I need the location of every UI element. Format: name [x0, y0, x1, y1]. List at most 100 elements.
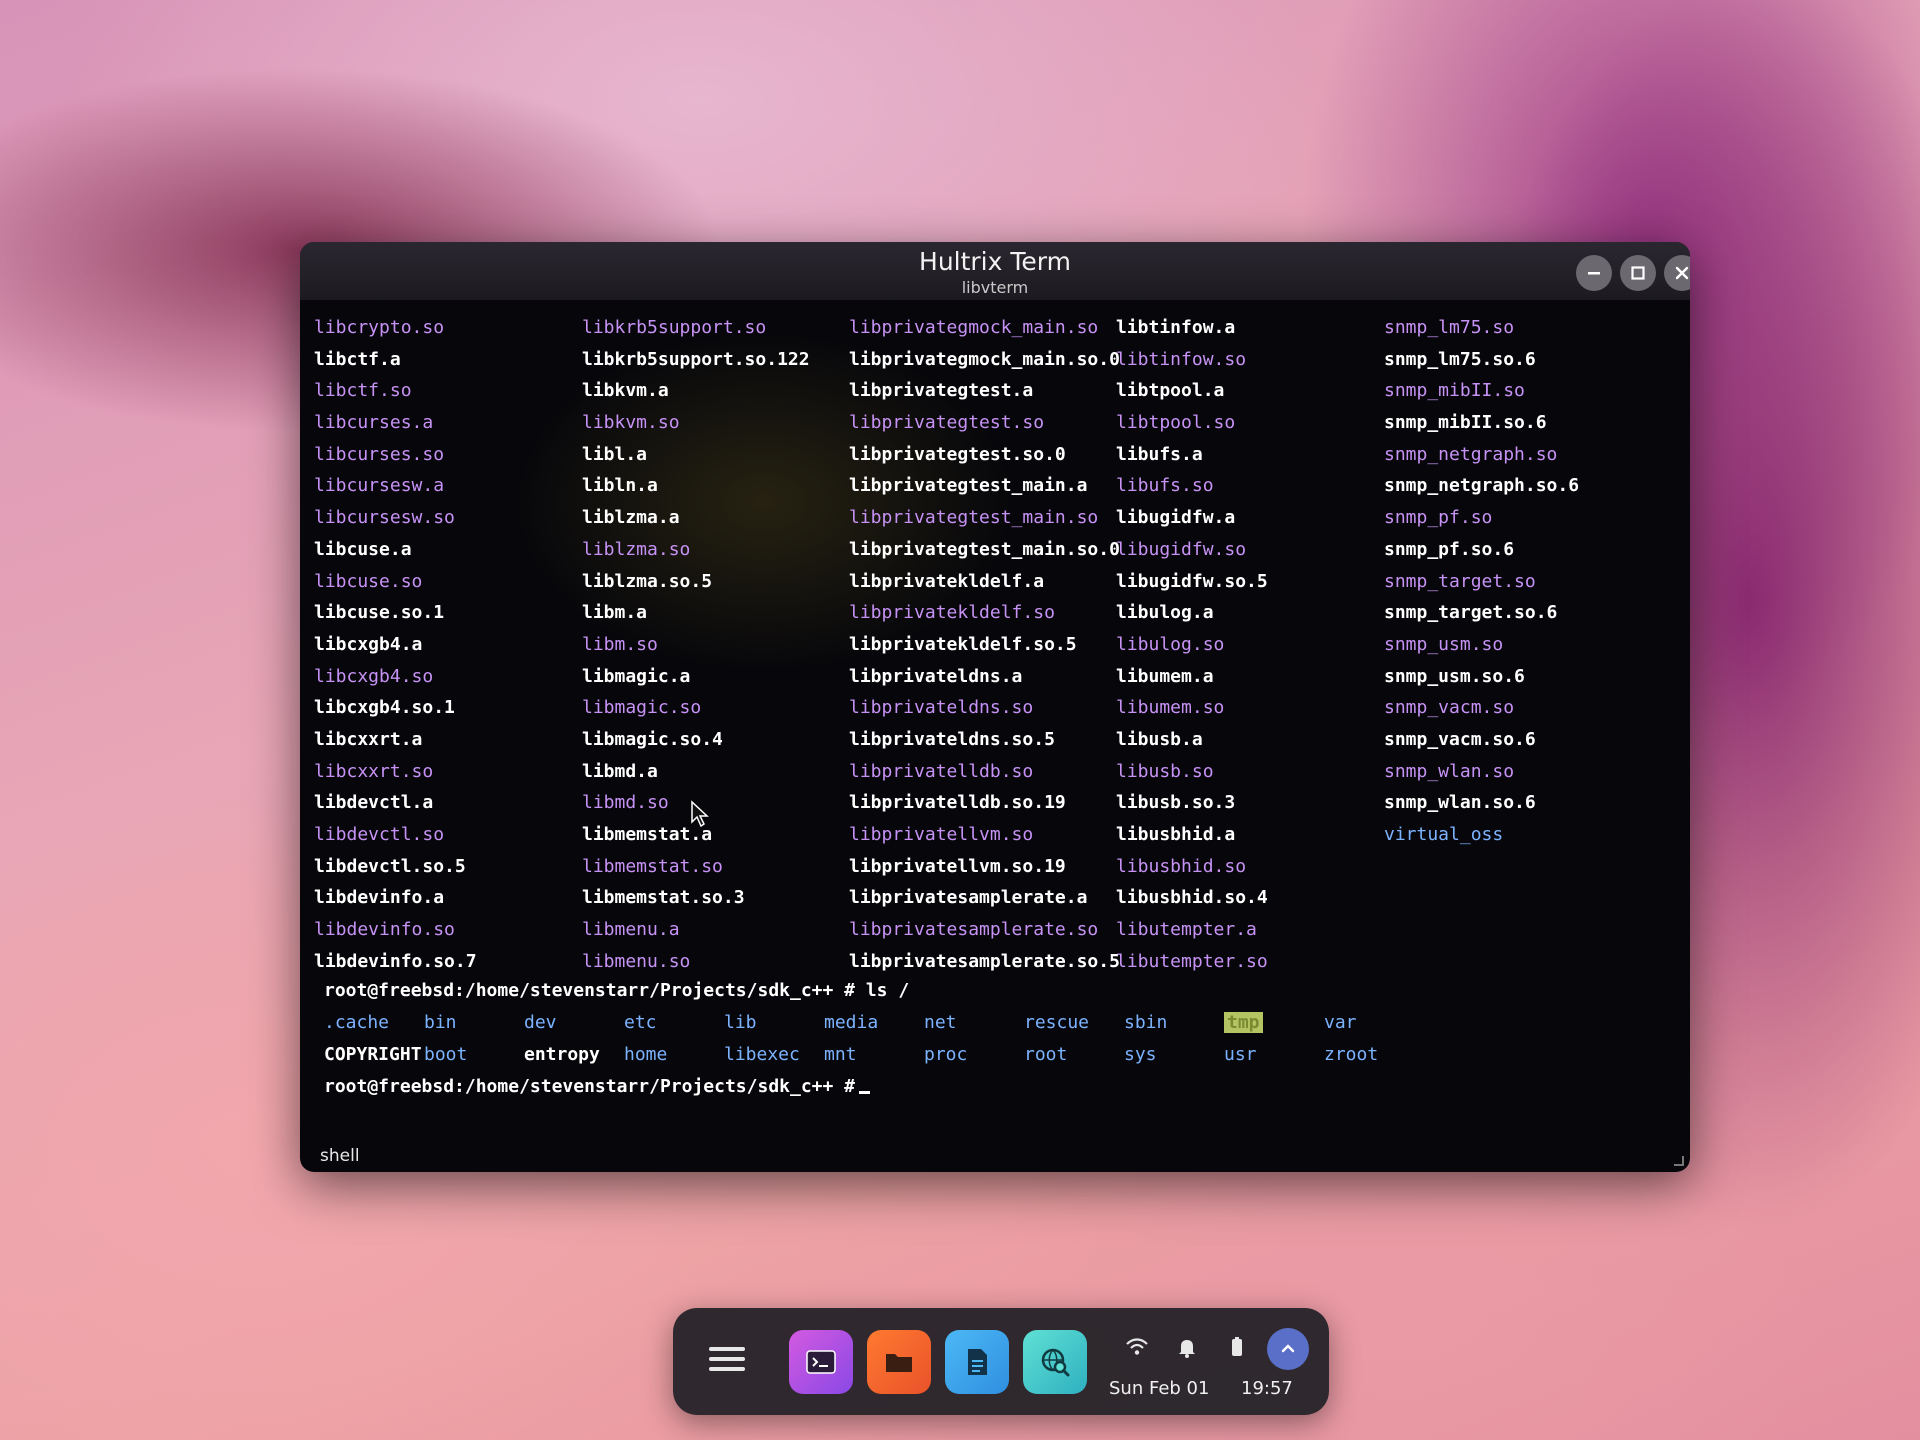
- directory-entry: usr: [1224, 1044, 1257, 1065]
- file-entry: libusbhid.a: [1116, 824, 1236, 845]
- file-entry: snmp_vacm.so: [1384, 697, 1515, 719]
- wifi-status[interactable]: [1124, 1334, 1150, 1360]
- file-entry: libprivategtest_main.so.0: [849, 538, 1120, 560]
- file-entry: libdevinfo.so.7: [314, 950, 477, 972]
- file-entry: libcurses.a: [314, 412, 434, 434]
- directory-entry: etc: [624, 1012, 657, 1033]
- file-entry: libprivategmock_main.so.0: [849, 348, 1120, 370]
- file-entry: libctf.so: [314, 380, 412, 402]
- search-globe-icon: [1041, 1348, 1070, 1377]
- file-entry: libprivatekldelf.so: [849, 602, 1055, 624]
- terminal-app-button[interactable]: [789, 1330, 853, 1394]
- file-entry: libcursesw.so: [314, 507, 455, 529]
- files-app-button[interactable]: [867, 1330, 931, 1394]
- file-entry: libugidfw.so.5: [1116, 570, 1268, 592]
- file-entry: snmp_mibII.so.6: [1384, 412, 1547, 434]
- mouse-pointer-icon: [691, 800, 709, 828]
- listing-column-4: libtinfow.a libtinfow.so libtpool.a libtpoo…: [1116, 312, 1268, 977]
- status-label: shell: [320, 1146, 360, 1166]
- directory-entry: .cache: [324, 1012, 390, 1033]
- folder-icon: [886, 1354, 912, 1372]
- file-entry: libcxgb4.so: [314, 665, 434, 687]
- file-entry: libkrb5support.so: [582, 317, 767, 338]
- file-entry: libprivatellvm.so: [849, 824, 1034, 845]
- file-entry: liblzma.so.5: [582, 570, 713, 592]
- file-entry: libprivategtest.so: [849, 412, 1045, 434]
- file-entry: liblzma.so: [582, 538, 691, 560]
- file-entry: libprivategtest_main.so: [849, 507, 1099, 529]
- file-entry: snmp_target.so.6: [1384, 602, 1558, 624]
- listing-column-2: libkrb5support.so libkrb5support.so.122 li…: [582, 312, 810, 977]
- file-entry: libcurses.so: [314, 443, 445, 465]
- file-entry: libufs.so: [1116, 475, 1214, 497]
- file-entry: snmp_lm75.so: [1384, 317, 1515, 338]
- clock-time[interactable]: 19:57: [1241, 1378, 1293, 1399]
- file-entry: libumem.so: [1116, 697, 1225, 719]
- directory-entry: media: [824, 1012, 879, 1033]
- file-entry: libkvm.a: [582, 380, 669, 402]
- notifications[interactable]: [1174, 1334, 1200, 1360]
- file-entry: libm.a: [582, 602, 648, 624]
- file-entry: snmp_pf.so.6: [1384, 538, 1515, 560]
- directory-entry: sbin: [1124, 1012, 1168, 1033]
- file-entry: libprivatesamplerate.so: [849, 919, 1099, 941]
- listing-column-3: libprivategmock_main.so libprivategmock_m…: [849, 312, 1120, 977]
- directory-entry: bin: [424, 1012, 457, 1033]
- file-entry: libtpool.a: [1116, 380, 1225, 402]
- directory-entry: dev: [524, 1012, 557, 1033]
- bell-icon: [1179, 1340, 1195, 1358]
- file-entry: libprivategmock_main.so: [849, 317, 1099, 338]
- file-entry: libln.a: [582, 475, 658, 497]
- file-entry: libprivatekldelf.a: [849, 570, 1045, 592]
- file-entry: libprivategtest.so.0: [849, 443, 1066, 465]
- file-entry: libulog.a: [1116, 602, 1214, 624]
- file-entry: libprivatesamplerate.so.5: [849, 950, 1120, 972]
- minimize-button[interactable]: [1576, 255, 1612, 291]
- file-entry: libusbhid.so.4: [1116, 887, 1268, 909]
- file-entry: libcursesw.a: [314, 475, 445, 497]
- terminal-window[interactable]: Hultrix Term libvterm libcrypto.so libctf…: [300, 242, 1690, 1172]
- terminal-output[interactable]: libcrypto.so libctf.a libctf.so libcurses.a…: [314, 312, 1676, 1138]
- resize-grip[interactable]: [1674, 1156, 1684, 1166]
- window-subtitle: libvterm: [961, 278, 1029, 297]
- file-entry: libcuse.so.1: [314, 602, 445, 624]
- file-entry: libprivateldns.so.5: [849, 728, 1055, 750]
- tray-expand-button[interactable]: [1267, 1328, 1309, 1370]
- file-entry: libl.a: [582, 443, 648, 465]
- terminal-icon: [806, 1350, 836, 1374]
- directory-entry: root: [1024, 1044, 1068, 1065]
- file-entry: libprivatellvm.so.19: [849, 855, 1066, 877]
- clock-date[interactable]: Sun Feb 01: [1109, 1378, 1209, 1399]
- file-entry: libprivategtest_main.a: [849, 475, 1088, 497]
- maximize-icon: [1631, 266, 1645, 280]
- battery-status[interactable]: [1224, 1334, 1250, 1360]
- file-entry: snmp_netgraph.so: [1384, 443, 1558, 465]
- chevron-up-icon: [1281, 1344, 1295, 1353]
- file-entry: libcuse.a: [314, 538, 412, 560]
- text-cursor: [859, 1091, 871, 1094]
- file-entry: libmenu.so: [582, 950, 691, 972]
- window-title: Hultrix Term: [919, 247, 1071, 276]
- file-entry: libcxgb4.a: [314, 633, 423, 655]
- maximize-button[interactable]: [1620, 255, 1656, 291]
- file-entry: snmp_netgraph.so.6: [1384, 475, 1580, 497]
- file-entry: libmagic.so.4: [582, 728, 723, 750]
- file-entry: libcrypto.so: [314, 317, 445, 338]
- directory-entry: mnt: [824, 1044, 857, 1065]
- close-icon: [1675, 266, 1689, 280]
- text-editor-app-button[interactable]: [945, 1330, 1009, 1394]
- title-bar[interactable]: Hultrix Term libvterm: [300, 242, 1690, 300]
- file-entry: libufs.a: [1116, 443, 1203, 465]
- directory-entry: zroot: [1324, 1044, 1379, 1065]
- search-app-button[interactable]: [1023, 1330, 1087, 1394]
- directory-entry: proc: [924, 1044, 968, 1065]
- directory-entry: tmp: [1224, 1012, 1263, 1033]
- directory-entry: lib: [724, 1012, 757, 1033]
- file-entry: libulog.so: [1116, 633, 1225, 655]
- app-menu-button[interactable]: [709, 1341, 745, 1381]
- file-entry: virtual_oss: [1384, 824, 1504, 845]
- file-entry: libprivatelldb.so: [849, 760, 1034, 782]
- battery-icon: [1232, 1337, 1242, 1356]
- shell-prompt-current[interactable]: root@freebsd:/home/stevenstarr/Projects/…: [324, 1076, 871, 1097]
- file-entry: libutempter.a: [1116, 919, 1257, 941]
